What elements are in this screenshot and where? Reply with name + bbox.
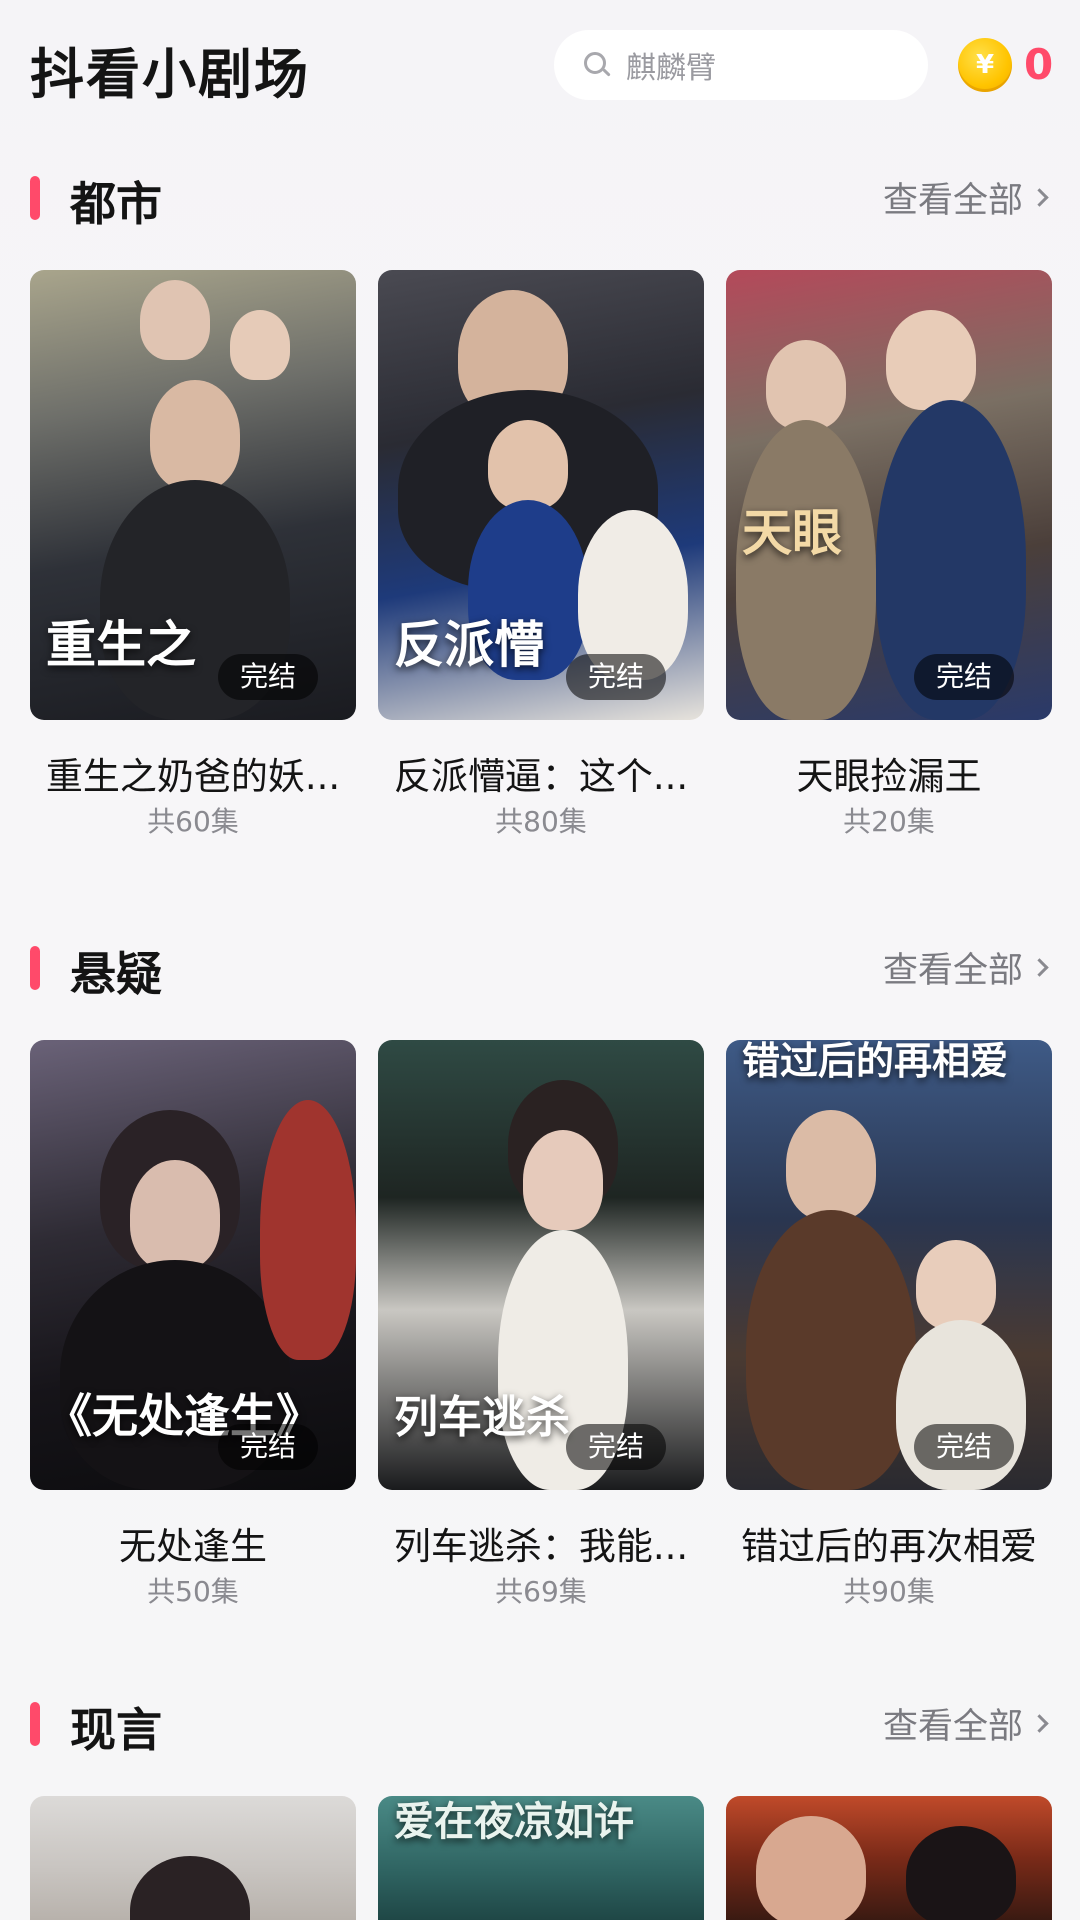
app-title: 抖看小剧场 [30,43,310,106]
section-xianyan: 现言 查看全部 爱在夜凉如许 [0,1692,1080,1920]
section-header: 悬疑 查看全部 [0,936,1080,1001]
section-dushi: 都市 查看全部 重生之 完结 重生之奶爸的妖... 共60集 反派懵 完结 反派… [0,166,1080,856]
episode-count: 共20集 [843,805,935,838]
section-header: 现言 查看全部 [0,1692,1080,1757]
search-bar[interactable]: 麒麟臂 [554,30,928,100]
drama-title[interactable]: 反派懵逼：这个... [378,746,704,800]
drama-title[interactable]: 错过后的再次相爱 [726,1516,1052,1570]
poster-image [726,1796,1052,1920]
drama-card[interactable] [30,1796,356,1920]
drama-card[interactable]: 爱在夜凉如许 [378,1796,704,1920]
drama-title[interactable]: 无处逢生 [30,1516,356,1570]
status-badge: 完结 [565,654,666,700]
status-badge: 完结 [217,1424,318,1470]
episode-count: 共90集 [843,1575,935,1608]
drama-poster[interactable]: 反派懵 完结 [378,270,704,720]
search-icon [582,50,612,80]
chevron-right-icon [1030,188,1049,207]
chevron-right-icon [1030,1714,1049,1733]
episode-count: 共60集 [147,805,239,838]
see-all-label: 查看全部 [882,181,1023,221]
drama-card[interactable] [726,1796,1052,1920]
drama-poster[interactable] [726,1796,1052,1920]
section-title: 都市 [70,177,162,231]
episode-count: 共50集 [147,1575,239,1608]
episode-count: 共69集 [495,1575,587,1608]
search-placeholder: 麒麟臂 [626,51,716,86]
status-badge: 完结 [913,1424,1014,1470]
section-accent-bar [30,176,40,220]
coin-count[interactable]: 0 [1024,38,1053,92]
section-title: 现言 [70,1703,162,1757]
see-all-label: 查看全部 [882,951,1023,991]
drama-title[interactable]: 天眼捡漏王 [726,746,1052,800]
section-accent-bar [30,946,40,990]
status-badge: 完结 [913,654,1014,700]
poster-title: 爱在夜凉如许 [394,1798,634,1845]
poster-title: 天眼 [742,503,842,562]
drama-poster[interactable]: 《无处逢生》 完结 [30,1040,356,1490]
section-title: 悬疑 [70,947,162,1001]
drama-poster[interactable] [30,1796,356,1920]
coin-icon[interactable]: ¥ [958,38,1012,92]
drama-title[interactable]: 列车逃杀：我能... [378,1516,704,1570]
drama-poster[interactable]: 爱在夜凉如许 [378,1796,704,1920]
status-badge: 完结 [565,1424,666,1470]
see-all-label: 查看全部 [882,1707,1023,1747]
drama-poster[interactable]: 错过后的再相爱 完结 [726,1040,1052,1490]
section-xuanyi: 悬疑 查看全部 《无处逢生》 完结 无处逢生 共50集 列车逃杀 完结 列车逃杀… [0,936,1080,1626]
drama-poster[interactable]: 天眼 完结 [726,270,1052,720]
drama-poster[interactable]: 重生之 完结 [30,270,356,720]
poster-image [30,1796,356,1920]
episode-count: 共80集 [495,805,587,838]
see-all-link[interactable]: 查看全部 [882,942,1049,993]
poster-title: 错过后的再相爱 [742,1040,1009,1083]
status-badge: 完结 [217,654,318,700]
section-accent-bar [30,1702,40,1746]
see-all-link[interactable]: 查看全部 [882,1698,1049,1749]
poster-image [726,1040,1052,1490]
header: 抖看小剧场 麒麟臂 ¥ 0 [0,0,1080,130]
chevron-right-icon [1030,958,1049,977]
drama-title[interactable]: 重生之奶爸的妖... [30,746,356,800]
poster-image [726,270,1052,720]
drama-poster[interactable]: 列车逃杀 完结 [378,1040,704,1490]
see-all-link[interactable]: 查看全部 [882,172,1049,223]
section-header: 都市 查看全部 [0,166,1080,231]
